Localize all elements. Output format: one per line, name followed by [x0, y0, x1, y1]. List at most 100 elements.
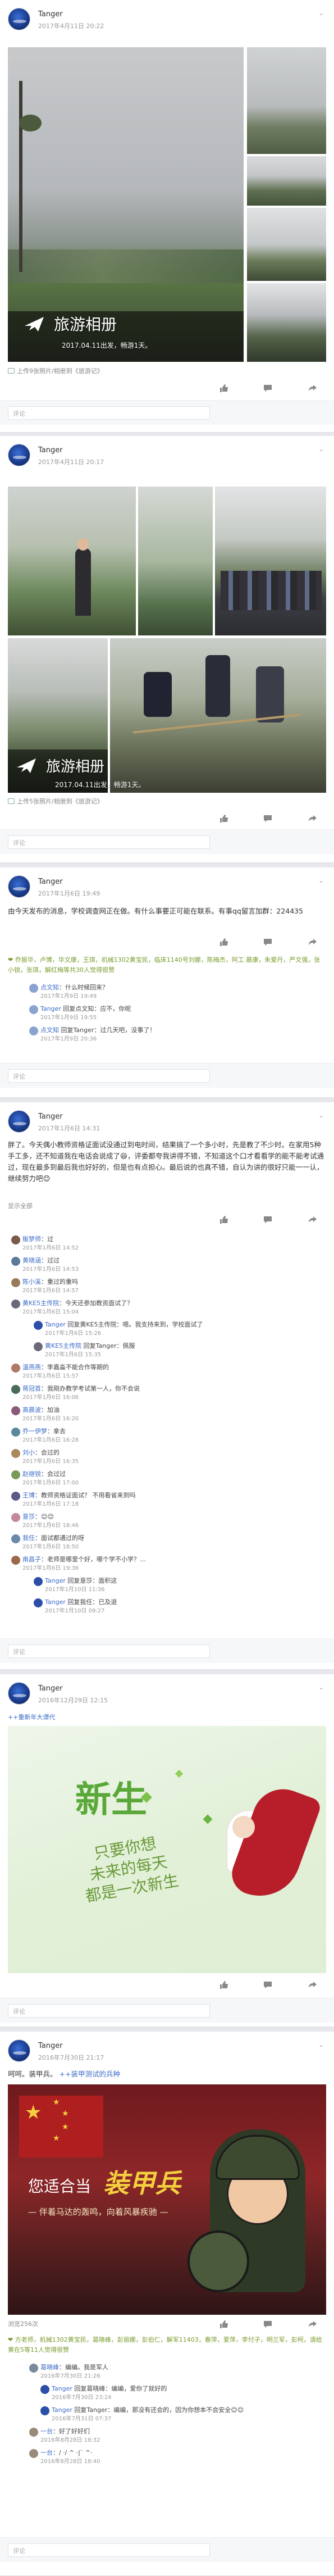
- album-photo[interactable]: [110, 638, 326, 793]
- avatar: [11, 1556, 20, 1565]
- source-text[interactable]: 上传9张照片/相册到《旅游记》: [17, 366, 103, 375]
- album-photo-main[interactable]: 旅游相册 2017.04.11出发，畅游1天。: [8, 47, 244, 362]
- comment-input[interactable]: 评论: [8, 1069, 210, 1083]
- comment[interactable]: 赵继锐：会过过 2017年1月6日 17:00: [11, 1470, 326, 1488]
- share-icon[interactable]: [308, 814, 319, 825]
- shared-image[interactable]: 新生 只要你想 未来的每天 都是一次新生: [8, 1726, 326, 1973]
- share-icon[interactable]: [308, 1980, 319, 1991]
- album-photo[interactable]: [247, 156, 326, 206]
- share-link[interactable]: ++重新年大谭代: [8, 1712, 55, 1721]
- chevron-down-icon[interactable]: ⌄: [318, 2041, 324, 2048]
- user-name[interactable]: Tanger: [38, 446, 63, 455]
- comment-icon[interactable]: [263, 937, 274, 948]
- post-card: Tanger 2017年1月6日 19:49 ⌄ 由今天发布的消息，学校调查网正…: [0, 867, 334, 1098]
- comment-icon[interactable]: [263, 1215, 274, 1226]
- star-icon: ★: [53, 2098, 60, 2107]
- comment[interactable]: 黄晓涵：过过 2017年1月6日 14:53: [11, 1256, 326, 1274]
- user-name[interactable]: Tanger: [38, 10, 63, 19]
- chevron-down-icon[interactable]: ⌄: [318, 1683, 324, 1691]
- likes-line[interactable]: ❤ 乔振华，卢博，华文康，王琪，机械1302黄宝民，临床1140号刘娜，陈梅杰，…: [8, 955, 326, 975]
- share-link[interactable]: ++装甲测试的兵种: [60, 2070, 120, 2078]
- user-name[interactable]: Tanger: [38, 878, 63, 886]
- avatar[interactable]: [8, 444, 30, 466]
- album-photo[interactable]: [247, 283, 326, 362]
- comment[interactable]: 一台：好了好好们 2016年8月28日 18:32: [29, 2427, 327, 2445]
- share-icon[interactable]: [308, 2319, 319, 2330]
- album-title: 旅游相册: [46, 758, 105, 775]
- comment[interactable]: 黄KE5主传院：今天还参加教资面试了？ 2017年1月6日 15:04: [11, 1299, 326, 1317]
- share-icon[interactable]: [308, 383, 319, 394]
- likes-line[interactable]: ❤ 方老师，机械1302黄宝民，葛晓峰，彭丽娜，彭伯仁，解军11403，春萍，爱…: [8, 2335, 326, 2355]
- comment[interactable]: 王博：教师资格证面试？ 不用看省来到吗 2017年1月6日 17:18: [11, 1491, 326, 1509]
- avatar: [11, 1300, 20, 1309]
- star-icon: ★: [62, 2109, 69, 2118]
- comment[interactable]: Tanger 回复点文知：应不，你呢 2017年1月9日 19:55: [29, 1005, 327, 1023]
- thumbs-up-icon[interactable]: [219, 383, 230, 394]
- user-name[interactable]: Tanger: [38, 2042, 63, 2050]
- comment-reply[interactable]: Tanger 回复意莎：面积这 2017年1月10日 11:36: [34, 1577, 326, 1594]
- comment-icon[interactable]: [263, 383, 274, 394]
- comment[interactable]: 温燕燕：李嘉淼不能合作等期的 2017年1月6日 15:57: [11, 1363, 326, 1381]
- comment[interactable]: 贩梦师：过 2017年1月6日 14:52: [11, 1235, 326, 1253]
- comment[interactable]: 我任：面试都通过的呀 2017年1月6日 18:50: [11, 1534, 326, 1552]
- avatar[interactable]: [8, 8, 30, 30]
- comment[interactable]: 点文知：什么时候回来？ 2017年1月9日 19:49: [29, 983, 327, 1001]
- comment[interactable]: 高晨波：加油 2017年1月6日 16:20: [11, 1406, 326, 1424]
- comment-reply[interactable]: Tanger 回复我任：已及退 2017年1月10日 09:27: [34, 1598, 326, 1616]
- comment-reply[interactable]: Tanger 回复葛晓峰：编编，爱你了就好的 2016年7月30日 23:24: [40, 2384, 327, 2402]
- post-time: 2017年4月11日 20:22: [38, 22, 104, 30]
- avatar[interactable]: [8, 1110, 30, 1133]
- user-name[interactable]: Tanger: [38, 1112, 63, 1121]
- ad-line-3: — 伴着马达的轰鸣，向着风暴疾驰 —: [28, 2207, 168, 2217]
- comment[interactable]: 葛晓峰：编编。我是军人 2016年7月30日 21:26: [29, 2363, 327, 2381]
- user-name[interactable]: Tanger: [38, 1684, 63, 1693]
- thumbs-up-icon[interactable]: [219, 2319, 230, 2330]
- comment-input[interactable]: 评论: [8, 406, 210, 420]
- comment-icon[interactable]: [263, 814, 274, 825]
- comment[interactable]: 乔一伊梦：拿去 2017年1月6日 16:28: [11, 1427, 326, 1445]
- chevron-down-icon[interactable]: ⌄: [318, 876, 324, 884]
- album-photo[interactable]: [215, 487, 326, 635]
- comment[interactable]: 南昌子：老师是哪里个好，哪个学不小学？… 2017年1月6日 19:36: [11, 1555, 326, 1573]
- avatar[interactable]: [8, 875, 30, 898]
- shared-image[interactable]: ★ ★ ★ ★ ★ 您适合当 装甲兵 — 伴着马达的轰鸣，向着风暴疾驰 —: [8, 2084, 326, 2315]
- comment[interactable]: 刘小：会过的 2017年1月6日 16:35: [11, 1448, 326, 1466]
- avatar: [34, 1598, 43, 1607]
- comment-reply[interactable]: Tanger 回复Tanger：编编，那没有还会的，因为你想本不会安全😊😊 201…: [40, 2406, 327, 2424]
- post-header: Tanger 2017年1月6日 14:31 ⌄: [8, 1110, 326, 1133]
- comment[interactable]: 一台：/ ·/ ^ ·|` ^· 2016年8月28日 18:40: [29, 2448, 327, 2466]
- comment-icon[interactable]: [263, 2319, 274, 2330]
- album-photo[interactable]: [138, 487, 213, 635]
- comment-input[interactable]: 评论: [8, 835, 210, 849]
- thumbs-up-icon[interactable]: [219, 1215, 230, 1226]
- comment[interactable]: 陈小溪：重过的重吗 2017年1月6日 14:57: [11, 1278, 326, 1296]
- comment-icon[interactable]: [263, 1980, 274, 1991]
- comment-input[interactable]: 评论: [8, 2543, 210, 2557]
- share-icon[interactable]: [308, 1215, 319, 1226]
- comment[interactable]: 点文知 回复Tanger：过几天吧，没事了！ 2017年1月9日 20:36: [29, 1026, 327, 1044]
- thumbs-up-icon[interactable]: [219, 1980, 230, 1991]
- album-photo[interactable]: [8, 487, 136, 635]
- comment-input[interactable]: 评论: [8, 1644, 210, 1658]
- comment-reply[interactable]: 黄KE5主传院 回复Tanger：佩服 2017年1月6日 15:35: [34, 1342, 326, 1360]
- comment-input[interactable]: 评论: [8, 2004, 210, 2018]
- thumbs-up-icon[interactable]: [219, 937, 230, 948]
- album-photo[interactable]: [247, 47, 326, 154]
- post-time: 2017年1月6日 19:49: [38, 890, 100, 897]
- comment[interactable]: 蒋冠首：我刚办教学考试第一人，你不会说 2017年1月6日 16:06: [11, 1384, 326, 1402]
- comment-reply[interactable]: Tanger 回复黄KE5主传院：嗯。我支持来到，学校面试了 2017年1月6日 …: [34, 1320, 326, 1338]
- source-text[interactable]: 上传5张照片/相册到《旅游记》: [17, 797, 103, 806]
- banner-title: 新生: [75, 1779, 147, 1821]
- comment[interactable]: 意莎：😊😊 2017年1月6日 18:46: [11, 1512, 326, 1530]
- avatar[interactable]: [8, 2039, 30, 2062]
- avatar: [11, 1513, 20, 1522]
- share-icon[interactable]: [308, 937, 319, 948]
- thumbs-up-icon[interactable]: [219, 814, 230, 825]
- source-line: 上传5张照片/相册到《旅游记》: [8, 797, 103, 806]
- chevron-down-icon[interactable]: ⌄: [318, 1111, 324, 1119]
- chevron-down-icon[interactable]: ⌄: [318, 445, 324, 453]
- show-more-link[interactable]: 显示全部: [8, 1201, 33, 1210]
- chevron-down-icon[interactable]: ⌄: [318, 9, 324, 17]
- avatar[interactable]: [8, 1682, 30, 1705]
- album-photo[interactable]: [247, 208, 326, 281]
